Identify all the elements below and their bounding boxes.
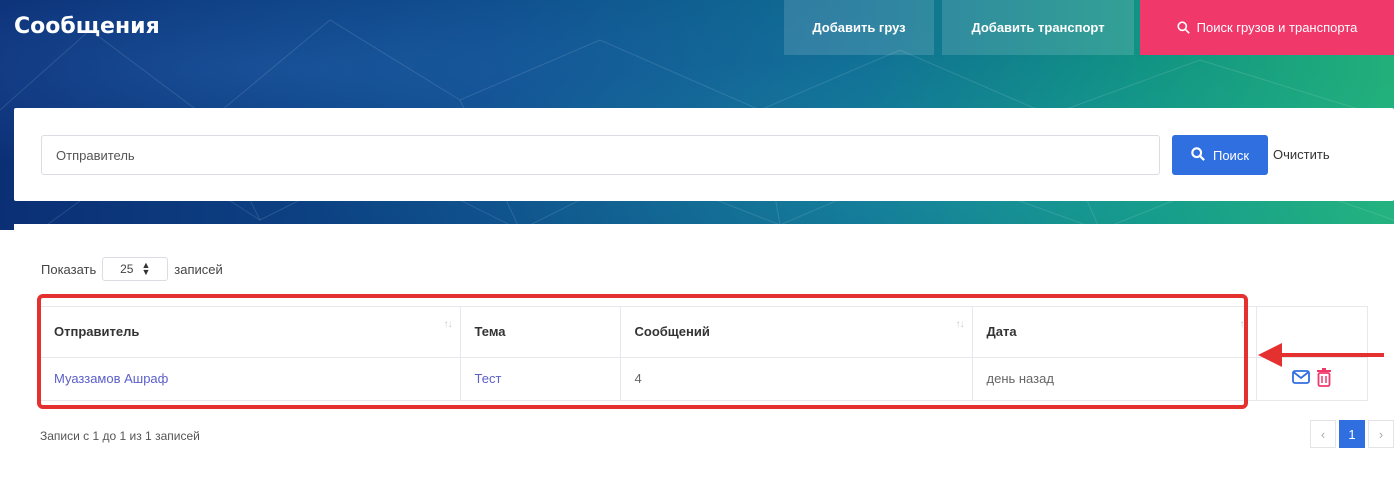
column-header-label: Отправитель xyxy=(54,324,140,340)
column-header-sender[interactable]: Отправитель ↑↓ xyxy=(40,307,461,358)
column-header-label: Тема xyxy=(474,324,506,340)
show-prefix: Показать xyxy=(41,261,97,277)
table-row: Муаззамов Ашраф Тест 4 день назад xyxy=(40,357,1368,401)
column-header-label: Дата xyxy=(986,324,1017,340)
column-header-label: Сообщений xyxy=(634,324,710,340)
subject-link[interactable]: Тест xyxy=(460,357,621,401)
search-button-label: Поиск xyxy=(1212,147,1250,163)
search-button[interactable]: Поиск xyxy=(1172,135,1268,175)
page-size-control: Показать 25 ▲ ▼ записей xyxy=(41,257,223,281)
sort-icon: ↑↓ xyxy=(443,319,453,330)
page-1-button[interactable]: 1 xyxy=(1339,420,1365,448)
search-icon xyxy=(1191,146,1205,164)
column-header-count[interactable]: Сообщений ↑↓ xyxy=(620,307,973,358)
sort-icon: ↑↓ xyxy=(1239,319,1249,330)
filter-panel: Поиск Очистить xyxy=(14,108,1394,201)
envelope-icon[interactable] xyxy=(1291,370,1310,387)
column-header-date[interactable]: Дата ↑↓ xyxy=(972,307,1257,358)
column-header-subject: Тема xyxy=(460,307,621,358)
message-date: день назад xyxy=(972,357,1257,401)
sort-icon: ↑↓ xyxy=(955,319,965,330)
page-size-value: 25 xyxy=(120,262,134,276)
prev-page-button[interactable]: ‹ xyxy=(1310,420,1336,448)
add-cargo-button[interactable]: Добавить груз xyxy=(784,0,934,55)
search-cargo-transport-button[interactable]: Поиск грузов и транспорта xyxy=(1140,0,1394,55)
add-transport-button[interactable]: Добавить транспорт xyxy=(942,0,1134,55)
show-suffix: записей xyxy=(174,261,223,277)
clear-button[interactable]: Очистить xyxy=(1273,147,1330,162)
search-cargo-transport-label: Поиск грузов и транспорта xyxy=(1196,20,1358,35)
sender-search-input[interactable] xyxy=(41,135,1160,175)
select-arrows-icon: ▲ ▼ xyxy=(141,260,151,277)
sender-link[interactable]: Муаззамов Ашраф xyxy=(40,357,461,401)
page-size-select[interactable]: 25 ▲ ▼ xyxy=(102,257,169,281)
next-page-button[interactable]: › xyxy=(1368,420,1394,448)
page-title: Сообщения xyxy=(14,14,160,39)
pagination: ‹ 1 › xyxy=(1310,420,1394,448)
records-info: Записи с 1 до 1 из 1 записей xyxy=(40,429,200,443)
messages-list-panel: Показать 25 ▲ ▼ записей Отправитель ↑↓ Тем… xyxy=(14,224,1394,476)
message-count: 4 xyxy=(620,357,973,401)
search-icon xyxy=(1177,21,1190,34)
annotation-arrow-icon xyxy=(1258,343,1384,367)
messages-table: Отправитель ↑↓ Тема Сообщений ↑↓ Дата ↑↓ Му… xyxy=(40,306,1368,401)
